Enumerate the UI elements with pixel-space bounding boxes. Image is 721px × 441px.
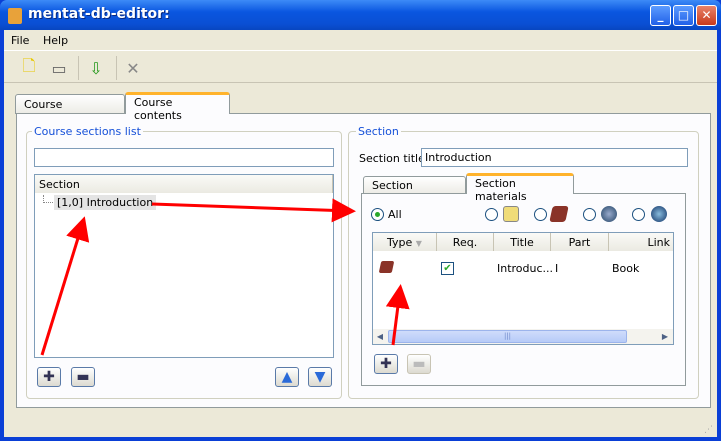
arrow-to-table-row bbox=[385, 284, 410, 346]
arrow-to-materials bbox=[151, 198, 356, 223]
annotation-arrows bbox=[40, 198, 410, 356]
arrow-to-tree-item bbox=[40, 216, 90, 356]
tab-section-materials[interactable]: Section materials bbox=[466, 173, 574, 203]
tab-course-contents[interactable]: Course contents bbox=[125, 92, 230, 122]
